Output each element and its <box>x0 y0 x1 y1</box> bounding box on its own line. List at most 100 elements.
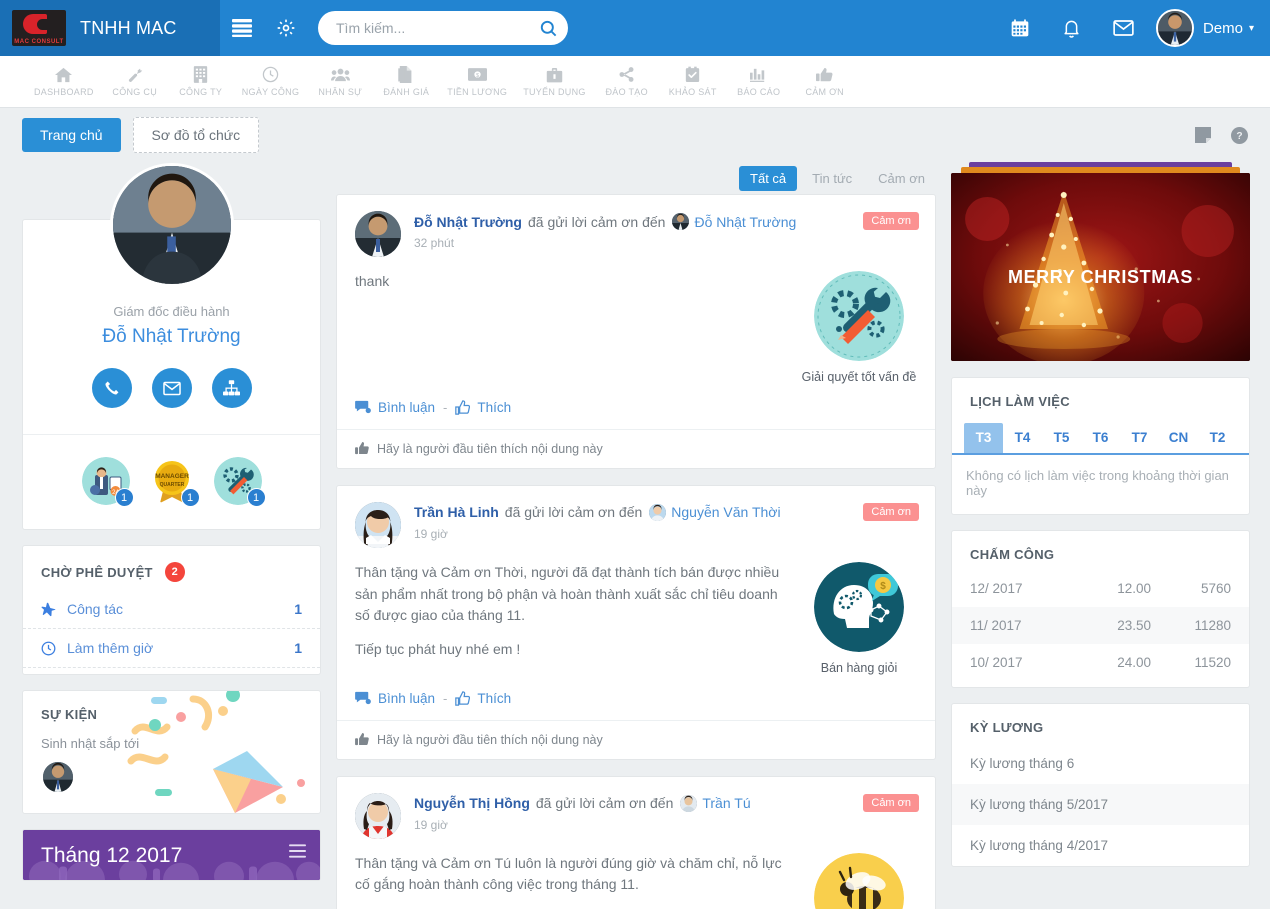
brand-block[interactable]: MAC CONSULT TNHH MAC <box>0 0 220 56</box>
calendar-icon[interactable] <box>994 0 1046 56</box>
day-tab-cn[interactable]: CN <box>1159 423 1198 453</box>
post-award <box>801 852 917 909</box>
chevron-down-icon[interactable]: ▾ <box>1249 23 1254 34</box>
nav-item-dao-tao[interactable]: ĐÀO TẠO <box>594 66 660 97</box>
schedule-empty-text: Không có lịch làm việc trong khoảng thời… <box>966 468 1229 498</box>
list-item[interactable]: Kỳ lương tháng 5/2017 <box>952 784 1249 825</box>
post-target-name[interactable]: Nguyễn Văn Thời <box>671 504 780 520</box>
comment-button[interactable]: Bình luận <box>355 400 435 415</box>
post-tag-badge: Cảm ơn <box>863 212 919 230</box>
approval-row-cong-tac[interactable]: Công tác 1 <box>23 590 320 629</box>
approvals-count-badge: 2 <box>164 562 185 582</box>
profile-badges: 24 1 MANAGER QUARTER 1 1 <box>23 434 320 529</box>
tab-so-do-to-chuc[interactable]: Sơ đồ tổ chức <box>132 117 260 153</box>
nav-item-tien-luong[interactable]: $ TIỀN LƯƠNG <box>439 66 515 97</box>
nav-label: TIỀN LƯƠNG <box>447 87 508 97</box>
timesheet-days: 23.50 <box>1117 618 1151 633</box>
post-meta: Đỗ Nhật Trường đã gửi lời cảm ơn đến Đỗ … <box>414 211 796 250</box>
feed-tab-tin-tuc[interactable]: Tin tức <box>801 166 863 191</box>
nav-item-cong-ty[interactable]: CÔNG TY <box>168 66 234 97</box>
like-button[interactable]: Thích <box>455 400 511 415</box>
user-menu[interactable]: Demo ▾ <box>1155 9 1254 47</box>
post-author-name[interactable]: Nguyễn Thị Hồng <box>414 795 530 811</box>
note-icon[interactable] <box>1195 127 1211 143</box>
post-author-avatar[interactable] <box>355 792 401 839</box>
table-row[interactable]: 12/ 2017 12.00 5760 <box>952 570 1249 607</box>
nav-item-cam-on[interactable]: CẢM ƠN <box>792 66 858 97</box>
org-chart-icon[interactable] <box>211 368 252 408</box>
profile-avatar[interactable] <box>109 163 234 287</box>
envelope-icon[interactable] <box>1098 0 1150 56</box>
clock-icon <box>262 66 279 83</box>
badge-item[interactable]: 1 <box>213 457 266 507</box>
timesheet-hours: 11520 <box>1194 655 1231 670</box>
search-box[interactable] <box>318 11 568 45</box>
bell-icon[interactable] <box>1046 0 1098 56</box>
schedule-card: LỊCH LÀM VIỆC T3 T4 T5 T6 T7 CN T2 Không… <box>951 377 1250 515</box>
event-person-avatar[interactable] <box>41 760 75 794</box>
nav-item-dashboard[interactable]: DASHBOARD <box>26 66 102 97</box>
nav-item-tuyen-dung[interactable]: TUYỂN DỤNG <box>515 66 594 97</box>
day-tab-t4[interactable]: T4 <box>1003 423 1042 453</box>
badge-count: 1 <box>246 488 266 507</box>
tab-trang-chu[interactable]: Trang chủ <box>22 118 121 152</box>
post-award: $ Bán hàng giỏi <box>801 561 917 677</box>
badge-item[interactable]: MANAGER QUARTER 1 <box>148 457 200 507</box>
hamburger-icon[interactable] <box>289 844 306 861</box>
building-icon <box>193 66 208 83</box>
gear-icon[interactable] <box>264 0 308 56</box>
post-target-avatar[interactable] <box>649 503 667 521</box>
day-tab-t5[interactable]: T5 <box>1042 423 1081 453</box>
nav-item-nhan-su[interactable]: NHÂN SỰ <box>307 66 373 97</box>
like-label: Thích <box>477 690 512 706</box>
post-author-avatar[interactable] <box>355 501 401 548</box>
feed-filter-tabs: Tất cả Tin tức Cảm ơn <box>336 162 936 194</box>
approvals-card: CHỜ PHÊ DUYỆT 2 Công tác 1 Làm thêm giờ … <box>22 545 321 675</box>
clipboard-check-icon <box>685 66 700 83</box>
day-tab-t2[interactable]: T2 <box>1198 423 1237 453</box>
nav-item-bao-cao[interactable]: BÁO CÁO <box>726 66 792 97</box>
table-row[interactable]: 11/ 2017 23.50 11280 <box>952 607 1249 644</box>
feed-tab-cam-on[interactable]: Cảm ơn <box>867 166 936 191</box>
day-tab-t7[interactable]: T7 <box>1120 423 1159 453</box>
post-author-avatar[interactable] <box>355 211 401 257</box>
list-item[interactable]: Kỳ lương tháng 4/2017 <box>952 825 1249 866</box>
post-header: Đỗ Nhật Trường đã gửi lời cảm ơn đến Đỗ … <box>337 195 935 257</box>
avatar <box>1155 9 1194 47</box>
nav-item-cong-cu[interactable]: CÔNG CỤ <box>102 66 168 97</box>
list-item[interactable]: Kỳ lương tháng 6 <box>952 743 1249 784</box>
christmas-image: MERRY CHRISTMAS <box>951 173 1250 361</box>
promo-text: MERRY CHRISTMAS <box>1007 267 1193 287</box>
svg-text:$: $ <box>476 73 479 79</box>
search-input[interactable] <box>336 20 534 36</box>
post-target-avatar[interactable] <box>680 794 698 812</box>
day-tab-t6[interactable]: T6 <box>1081 423 1120 453</box>
envelope-icon[interactable] <box>151 368 192 408</box>
post-target-name[interactable]: Đỗ Nhật Trường <box>694 214 796 230</box>
nav-label: CẢM ƠN <box>805 87 844 97</box>
comment-button[interactable]: Bình luận <box>355 691 435 706</box>
day-tab-t3[interactable]: T3 <box>964 423 1003 453</box>
nav-item-danh-gia[interactable]: ĐÁNH GIÁ <box>373 66 439 97</box>
post-target-name[interactable]: Trần Tú <box>702 795 750 811</box>
thumbs-up-icon <box>455 690 471 706</box>
post-target-avatar[interactable] <box>672 213 690 230</box>
nav-item-ngay-cong[interactable]: NGÀY CÔNG <box>234 66 308 97</box>
help-circle-icon[interactable]: ? <box>1231 126 1248 144</box>
feed-post: Cảm ơn Nguyễn Thị Hồng đã gửi lời cảm ơn… <box>336 775 936 909</box>
approval-row-lam-them-gio[interactable]: Làm thêm giờ 1 <box>23 629 320 668</box>
nav-item-khao-sat[interactable]: KHẢO SÁT <box>660 66 726 97</box>
search-icon[interactable] <box>534 14 562 42</box>
list-icon[interactable] <box>220 0 264 56</box>
promo-banner[interactable]: MERRY CHRISTMAS <box>951 162 1250 361</box>
phone-icon[interactable] <box>91 368 132 408</box>
post-author-name[interactable]: Trần Hà Linh <box>414 504 499 520</box>
table-row[interactable]: 10/ 2017 24.00 11520 <box>952 644 1249 681</box>
comment-label: Bình luận <box>378 399 436 415</box>
like-button[interactable]: Thích <box>455 691 511 706</box>
tools-award-icon <box>814 271 904 361</box>
feed-tab-tat-ca[interactable]: Tất cả <box>739 165 798 191</box>
badge-item[interactable]: 24 1 <box>81 457 134 507</box>
post-author-name[interactable]: Đỗ Nhật Trường <box>414 214 522 230</box>
tabrow-tools: ? <box>1195 126 1248 144</box>
